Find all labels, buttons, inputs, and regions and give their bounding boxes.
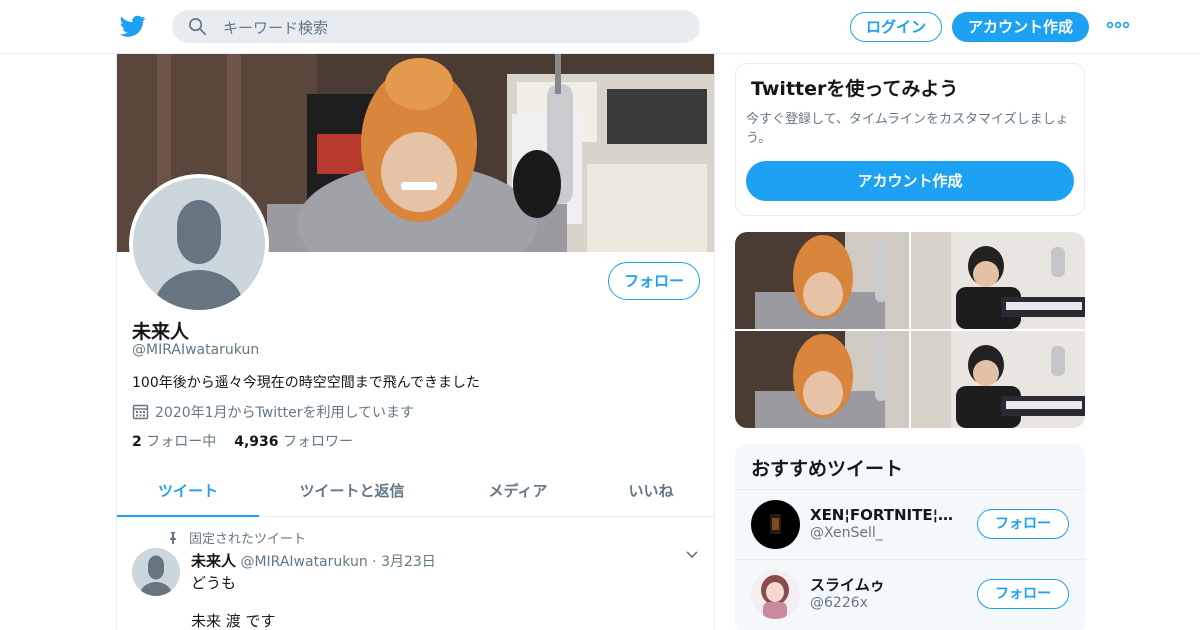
signup-card-title: Twitterを使ってみよう — [751, 78, 959, 100]
profile-stats: 2 フォロー中 4,936 フォロワー — [132, 431, 353, 451]
media-thumbnail[interactable] — [911, 232, 1085, 329]
account-avatar-image — [751, 570, 800, 619]
following-count: 2 — [132, 434, 142, 450]
tweet-header: 未来人 @MIRAIwatarukun · 3月23日 — [191, 550, 436, 571]
default-avatar — [133, 178, 265, 310]
search-bar[interactable]: キーワード検索 — [172, 10, 700, 43]
more-dots-icon[interactable] — [1106, 18, 1130, 32]
followers-link[interactable]: 4,936 フォロワー — [234, 434, 353, 450]
calendar-icon — [132, 404, 149, 420]
profile-tabs: ツイート ツイートと返信 メディア いいね — [117, 469, 714, 517]
search-input[interactable]: キーワード検索 — [223, 17, 328, 38]
tweet-separator: · — [372, 554, 377, 570]
tab-media[interactable]: メディア — [461, 469, 575, 517]
tweet-author-handle[interactable]: @MIRAIwatarukun — [240, 554, 367, 570]
tweet-text-line: どうも — [191, 574, 237, 592]
default-profile-silhouette-icon — [132, 548, 180, 596]
signup-prompt-card: Twitterを使ってみよう 今すぐ登録して、タイムラインをカスタマイズしましょ… — [735, 63, 1085, 216]
tweet-text-line: 未来 渡 です — [191, 612, 276, 630]
top-navigation-bar: キーワード検索 ログイン アカウント作成 — [0, 0, 1200, 54]
recommended-tweets-card: おすすめツイート XEN¦FORTNITE¦情報 @XenSell_ フォロー … — [735, 444, 1085, 630]
media-thumbnail[interactable] — [735, 232, 909, 329]
twitter-bird-icon[interactable] — [120, 13, 146, 39]
recommended-account-row[interactable]: スライムゥ @6226x フォロー — [735, 559, 1085, 629]
profile-handle: @MIRAIwatarukun — [132, 342, 260, 358]
profile-bio: 100年後から遥々今現在の時空空間まで飛んできました — [132, 375, 481, 391]
tab-tweets[interactable]: ツイート — [117, 469, 259, 517]
media-thumbnail[interactable] — [735, 331, 909, 428]
recommended-account-avatar[interactable] — [751, 500, 800, 549]
pin-icon — [170, 532, 176, 544]
followers-count: 4,936 — [234, 434, 279, 450]
pinned-label-text: 固定されたツイート — [189, 532, 307, 547]
profile-join-date: 2020年1月からTwitterを利用しています — [132, 402, 414, 422]
recommended-account-avatar[interactable] — [751, 570, 800, 619]
signup-button[interactable]: アカウント作成 — [952, 12, 1089, 42]
recommended-account-handle[interactable]: @XenSell_ — [810, 525, 883, 541]
media-thumbnails-grid — [735, 232, 1085, 428]
follow-button[interactable]: フォロー — [977, 509, 1069, 539]
recommended-title: おすすめツイート — [751, 458, 904, 480]
default-profile-silhouette-icon — [133, 178, 265, 310]
media-thumbnail[interactable] — [911, 331, 1085, 428]
chevron-down-icon[interactable] — [685, 550, 699, 560]
recommended-account-name[interactable]: XEN¦FORTNITE¦情報 — [810, 504, 960, 525]
tab-tweets-and-replies[interactable]: ツイートと返信 — [275, 469, 429, 517]
followers-label: フォロワー — [282, 434, 353, 450]
following-link[interactable]: 2 フォロー中 — [132, 434, 216, 450]
follow-button[interactable]: フォロー — [977, 579, 1069, 609]
recommended-account-handle[interactable]: @6226x — [810, 595, 868, 611]
login-button[interactable]: ログイン — [850, 12, 942, 42]
pinned-tweet-label: 固定されたツイート — [167, 528, 306, 547]
follow-button[interactable]: フォロー — [608, 262, 700, 300]
recommended-account-name[interactable]: スライムゥ — [810, 574, 960, 595]
profile-column: フォロー 未来人 @MIRAIwatarukun 100年後から遥々今現在の時空… — [116, 54, 715, 630]
profile-avatar[interactable] — [129, 174, 269, 314]
tweet-author-avatar[interactable] — [132, 548, 180, 596]
signup-card-description: 今すぐ登録して、タイムラインをカスタマイズしましょう。 — [746, 112, 1069, 146]
recommended-account-row[interactable]: XEN¦FORTNITE¦情報 @XenSell_ フォロー — [735, 489, 1085, 559]
tweet-date[interactable]: 3月23日 — [381, 554, 436, 570]
signup-card-button[interactable]: アカウント作成 — [746, 161, 1074, 201]
tweet-author-name[interactable]: 未来人 — [191, 552, 236, 570]
search-icon — [189, 18, 206, 35]
tab-likes[interactable]: いいね — [605, 469, 697, 517]
profile-name: 未来人 — [132, 321, 190, 343]
following-label: フォロー中 — [146, 434, 217, 450]
account-avatar-image — [751, 500, 800, 549]
join-date-text: 2020年1月からTwitterを利用しています — [155, 405, 415, 421]
